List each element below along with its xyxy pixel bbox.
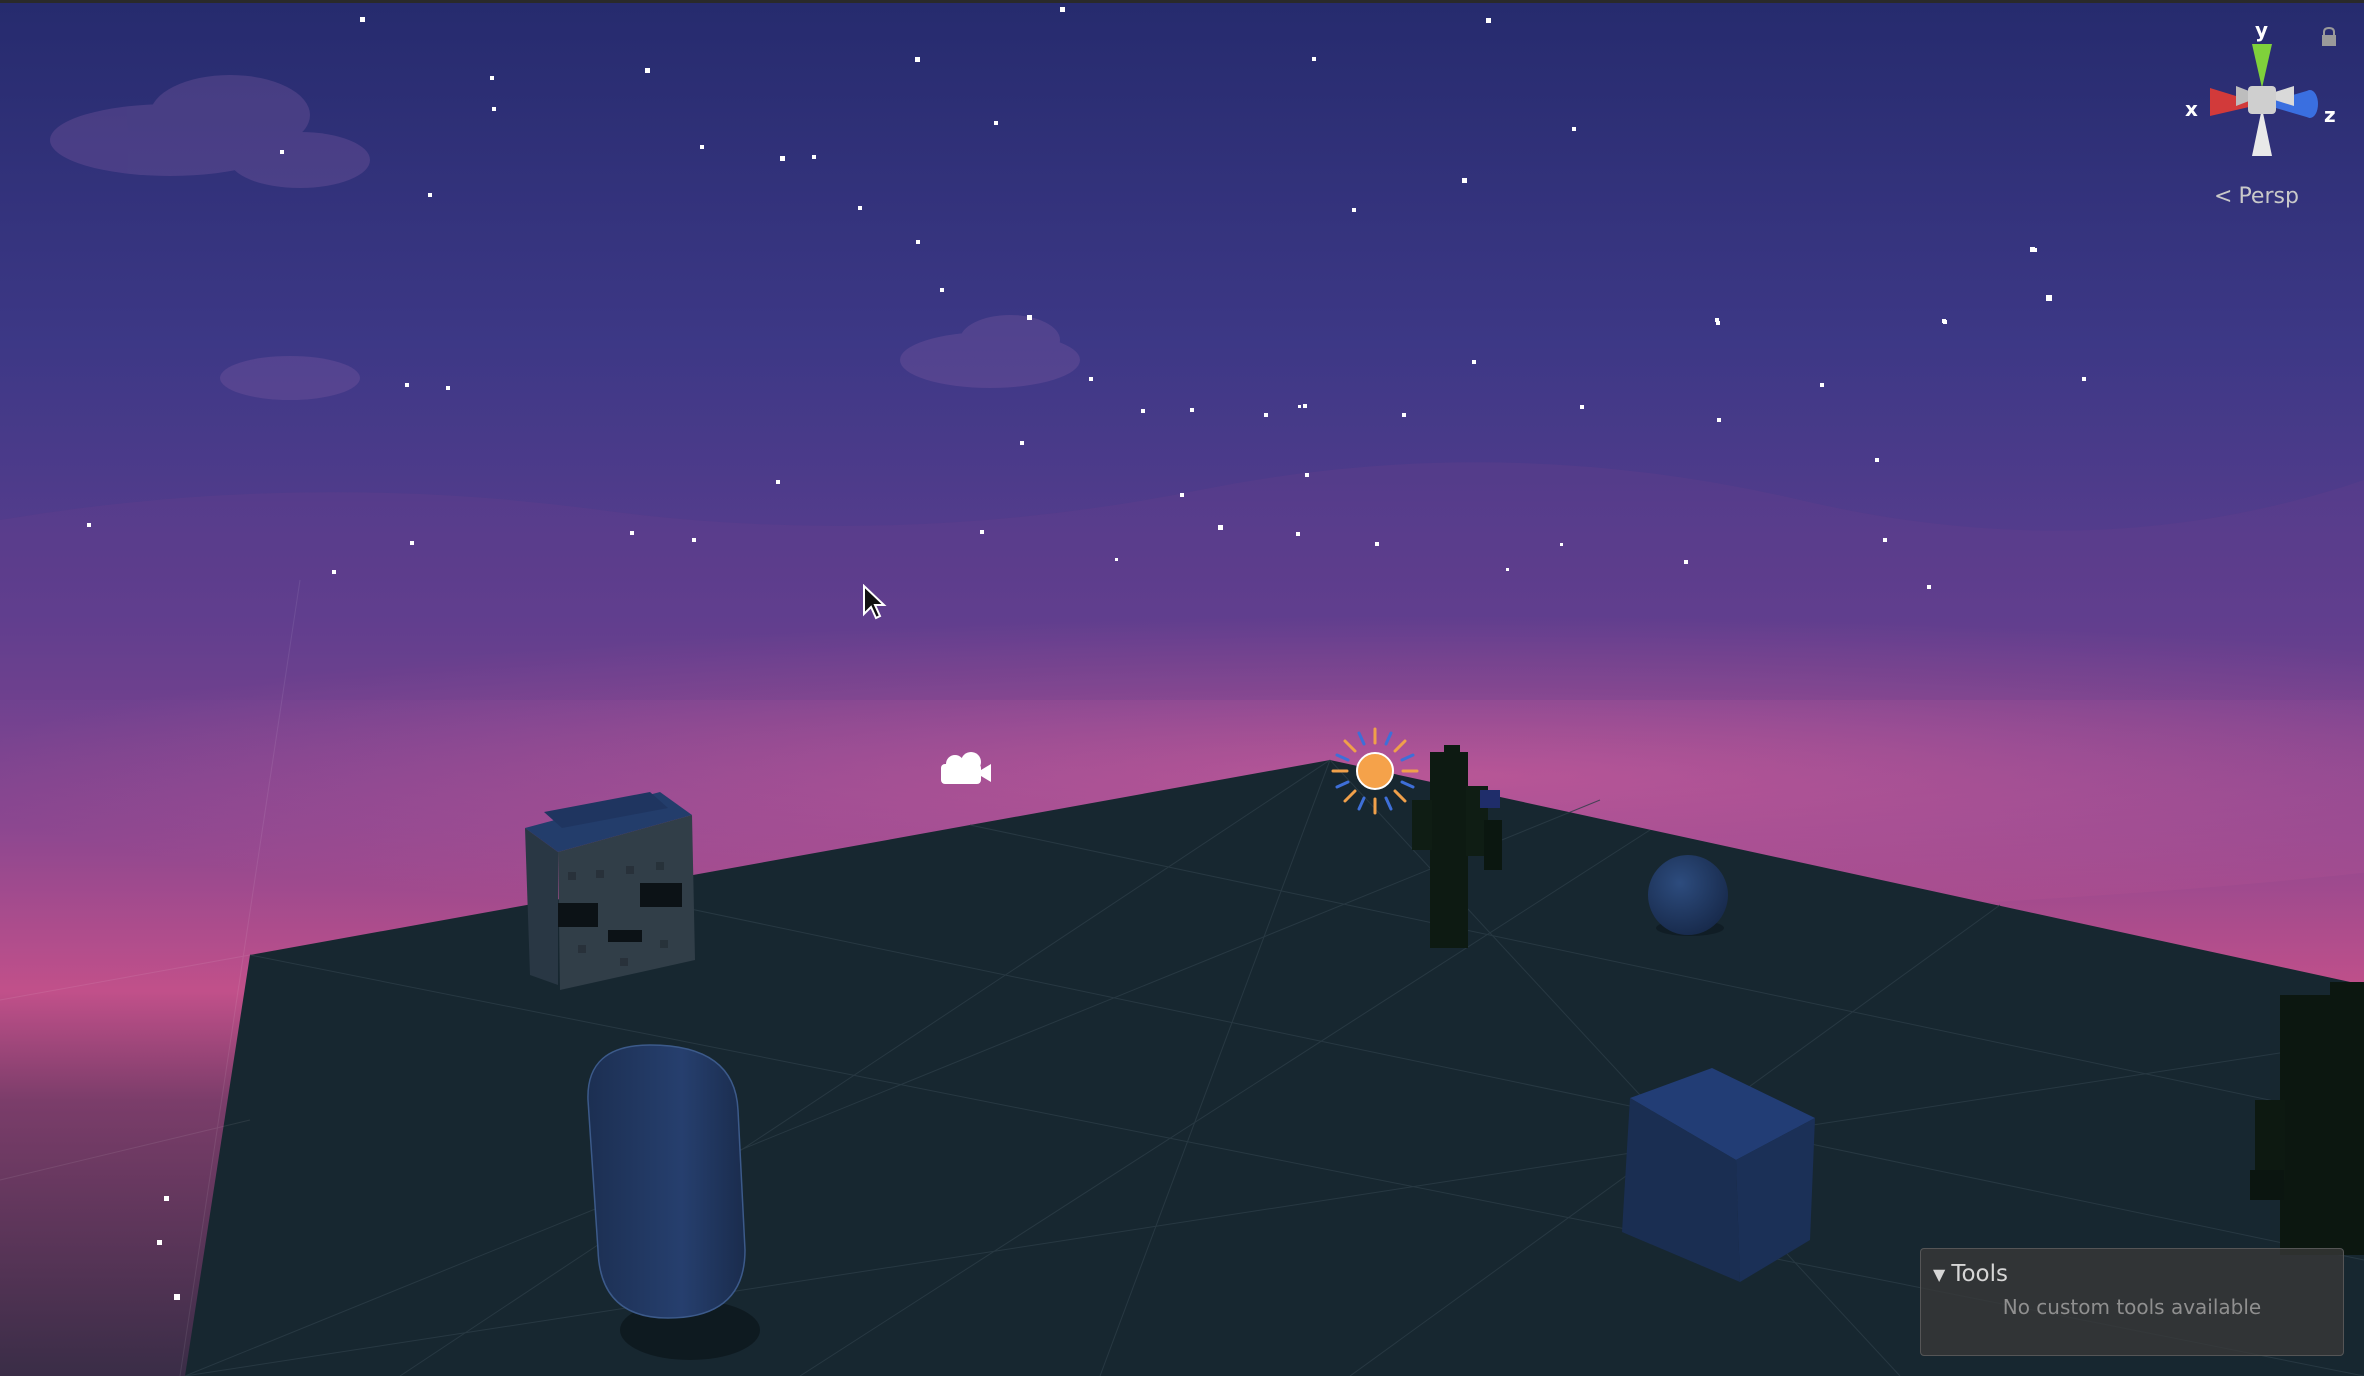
scene-viewport[interactable]: y x z < Persp ▼ Tools No custom tools av… [0,0,2364,1376]
tools-overlay-header[interactable]: ▼ Tools [1933,1261,2008,1287]
directional-light-icon[interactable] [1331,727,1419,815]
tools-overlay-title: Tools [1951,1261,2008,1287]
lock-icon[interactable] [2320,26,2338,48]
tools-overlay-panel[interactable]: ▼ Tools No custom tools available [1920,1248,2344,1356]
chevron-left-icon: < [2214,184,2233,209]
gizmo-center-cube[interactable] [2248,86,2276,114]
tools-empty-message: No custom tools available [2002,1295,2262,1319]
gizmo-z-label: z [2324,103,2336,127]
gizmo-x-label: x [2185,97,2198,121]
gizmo-y-axis[interactable] [2252,44,2272,88]
projection-toggle[interactable]: < Persp [2214,184,2299,209]
skull-block[interactable] [525,792,695,990]
triangle-down-icon: ▼ [1933,1264,1946,1284]
projection-label: Persp [2238,184,2299,209]
gizmo-y-label: y [2255,18,2269,42]
mouse-cursor-icon [863,584,887,620]
scene-canvas[interactable] [0,0,2364,1376]
